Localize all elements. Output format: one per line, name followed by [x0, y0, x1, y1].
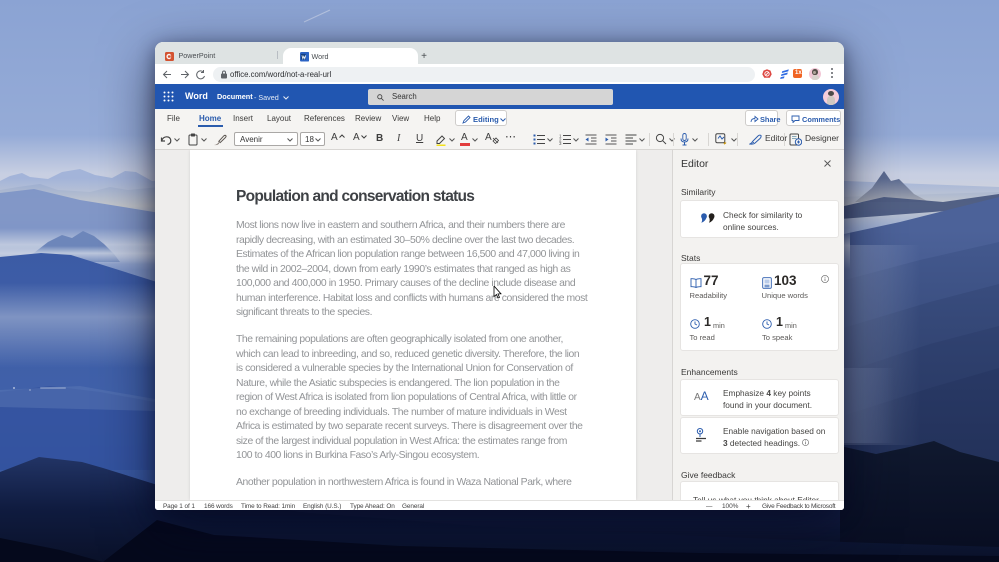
svg-text:3: 3	[559, 141, 562, 145]
